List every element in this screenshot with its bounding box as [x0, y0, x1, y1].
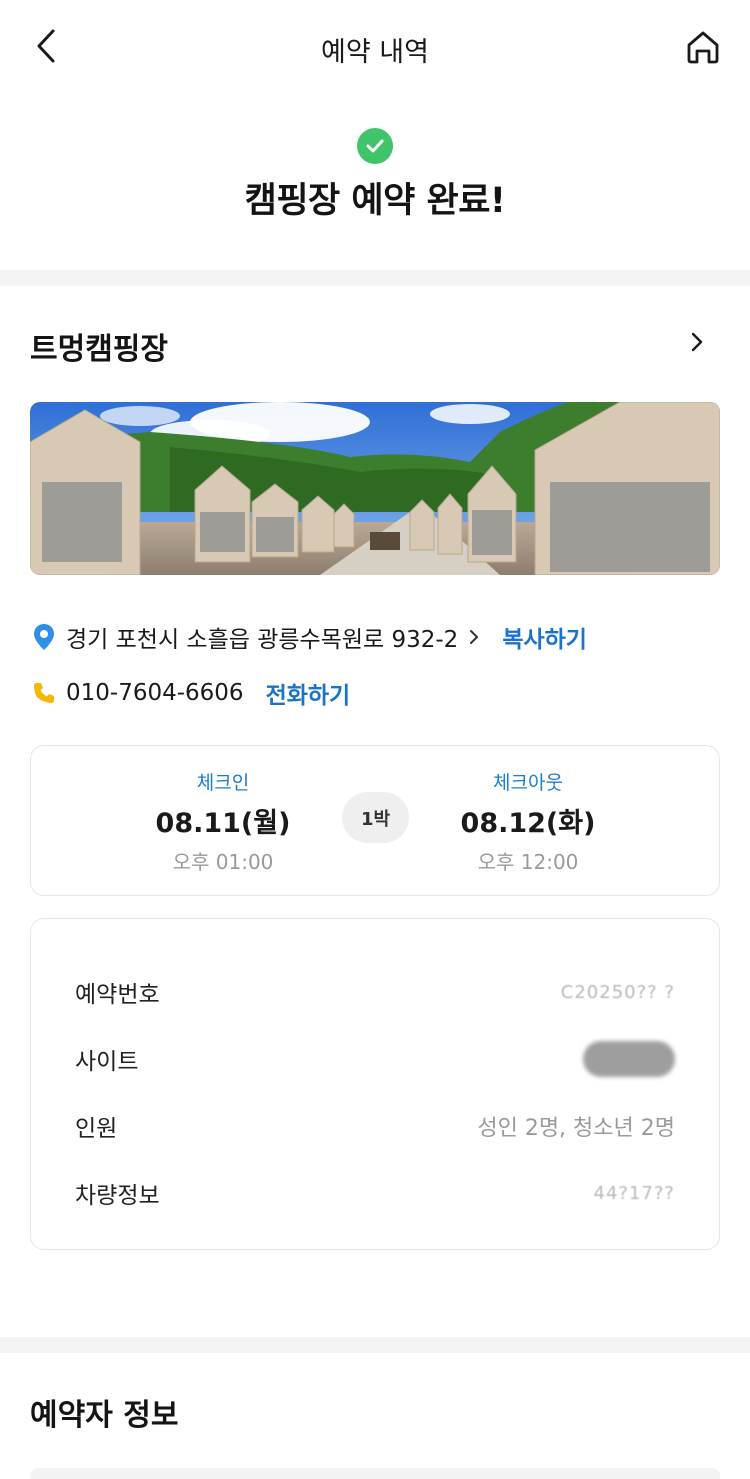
campsite-name[interactable]: 트멍캠핑장 [30, 324, 168, 368]
checkin-label: 체크인 [196, 772, 250, 794]
detail-row-vehicle: 차량정보 44?17?? [75, 1173, 675, 1213]
header-bar: 예약 내역 [0, 0, 750, 96]
vehicle-value-masked: 44?17?? [593, 1182, 675, 1204]
detail-label: 인원 [75, 1116, 118, 1142]
checkout-time: 오후 12:00 [477, 850, 579, 874]
section-divider [0, 270, 750, 286]
detail-row-guests: 인원 성인 2명, 청소년 2명 [75, 1106, 675, 1146]
nights-badge: 1박 [342, 792, 409, 843]
phone-number: 010-7604-6606 [66, 680, 244, 706]
home-icon [687, 31, 719, 64]
chevron-right-icon [691, 332, 703, 352]
section-divider [0, 1337, 750, 1353]
checkin-date: 08.11(월) [155, 808, 291, 839]
campsite-photo [30, 402, 720, 575]
phone-icon [32, 679, 56, 707]
detail-row-site: 사이트 [75, 1039, 675, 1079]
completion-title: 캠핑장 예약 완료! [244, 181, 506, 221]
home-button[interactable] [682, 26, 724, 68]
checkin-block: 체크인 08.11(월) 오후 01:00 [123, 768, 323, 875]
checkout-block: 체크아웃 08.12(화) 오후 12:00 [428, 768, 628, 875]
chevron-right-icon[interactable] [468, 628, 480, 646]
call-link[interactable]: 전화하기 [266, 676, 351, 710]
detail-label: 차량정보 [75, 1183, 160, 1209]
phone-row: 010-7604-6606 전화하기 [32, 676, 350, 710]
booking-complete-banner: 캠핑장 예약 완료! [0, 128, 750, 223]
detail-label: 사이트 [75, 1049, 139, 1075]
site-value-masked [583, 1041, 675, 1077]
check-circle-icon [357, 128, 393, 164]
stay-dates-card: 체크인 08.11(월) 오후 01:00 1박 체크아웃 08.12(화) 오… [30, 745, 720, 896]
campsite-detail-button[interactable] [690, 330, 710, 356]
detail-row-reservation-number: 예약번호 C20250?? ? [75, 972, 675, 1012]
checkin-time: 오후 01:00 [172, 850, 274, 874]
checkout-date: 08.12(화) [460, 808, 596, 839]
checkout-label: 체크아웃 [493, 772, 563, 794]
reservation-number-masked: C20250?? ? [560, 981, 675, 1003]
guests-value: 성인 2명, 청소년 2명 [477, 1116, 675, 1141]
location-pin-icon [32, 623, 56, 651]
reservation-detail-card: 예약번호 C20250?? ? 사이트 인원 성인 2명, 청소년 2명 차량정… [30, 918, 720, 1250]
booker-info-card-top [30, 1468, 720, 1479]
page-title: 예약 내역 [321, 37, 429, 68]
address-text: 경기 포천시 소흘읍 광릉수목원로 932-2 [66, 627, 459, 653]
booker-info-title: 예약자 정보 [30, 1398, 179, 1433]
copy-address-link[interactable]: 복사하기 [502, 620, 587, 654]
detail-label: 예약번호 [75, 982, 160, 1008]
address-row: 경기 포천시 소흘읍 광릉수목원로 932-2 복사하기 [32, 620, 587, 654]
